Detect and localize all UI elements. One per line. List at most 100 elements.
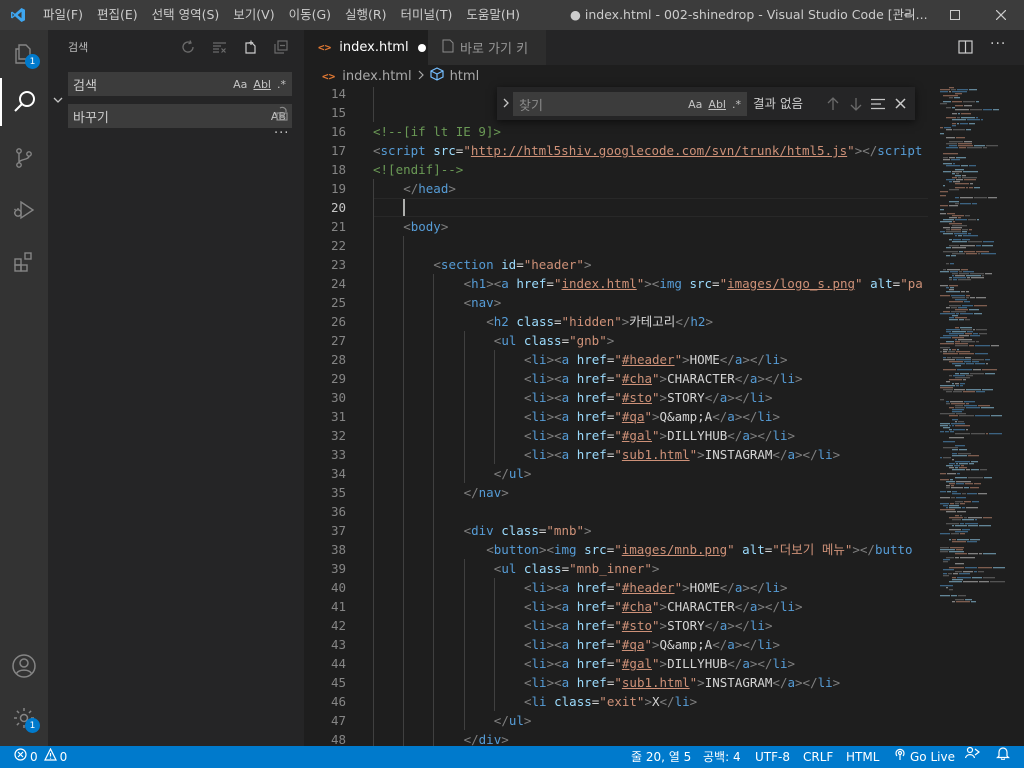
encoding[interactable]: UTF-8	[755, 746, 790, 768]
search-icon[interactable]	[0, 78, 48, 126]
minimap-line	[986, 433, 988, 435]
replace-input[interactable]: 바꾸기 AB	[68, 104, 292, 128]
tab-keyboard-shortcuts[interactable]: 바로 가기 키	[428, 30, 546, 65]
close-window-button[interactable]	[978, 0, 1024, 30]
toggle-replace-icon[interactable]	[501, 97, 511, 113]
code-token: ><	[644, 276, 660, 291]
settings-gear-icon[interactable]: 1	[0, 694, 48, 742]
minimap[interactable]	[928, 87, 1024, 746]
language-mode[interactable]: HTML	[846, 746, 879, 768]
find-match-case-toggle[interactable]: Aa	[685, 98, 705, 111]
replace-all-icon[interactable]	[274, 106, 290, 126]
minimap-line	[949, 285, 958, 287]
menu-item[interactable]: 보기(V)	[226, 0, 281, 30]
search-input[interactable]: 검색 Aa Abl .*	[68, 72, 292, 96]
next-match-arrow-icon[interactable]	[850, 97, 862, 115]
source-control-icon[interactable]	[0, 134, 48, 182]
code-token: "	[652, 656, 660, 671]
find-in-selection-icon[interactable]	[871, 98, 885, 114]
menu-item[interactable]: 선택 영역(S)	[145, 0, 227, 30]
collapse-all-icon[interactable]	[272, 38, 290, 56]
minimap-line	[949, 201, 959, 203]
indentation[interactable]: 공백: 4	[703, 746, 741, 768]
close-find-icon[interactable]	[895, 98, 906, 113]
minimap-line	[949, 567, 964, 569]
menu-item[interactable]: 실행(R)	[338, 0, 393, 30]
minimize-button[interactable]	[886, 0, 932, 30]
minimap-line	[965, 567, 977, 569]
code-content: <li><a href="#gal">DILLYHUB</a></li>	[524, 654, 795, 673]
find-input[interactable]: 찾기 Aa Abl .*	[513, 92, 747, 116]
extensions-icon[interactable]	[0, 238, 48, 286]
menu-item[interactable]: 터미널(T)	[394, 0, 460, 30]
indent-guide	[463, 388, 465, 407]
problems-indicator[interactable]: 0 0	[14, 746, 67, 768]
run-debug-icon[interactable]	[0, 186, 48, 234]
end-of-line[interactable]: CRLF	[803, 746, 833, 768]
menu-item[interactable]: 이동(G)	[282, 0, 338, 30]
more-options-icon[interactable]: ···	[274, 126, 289, 141]
match-case-toggle[interactable]: Aa	[230, 78, 250, 91]
toggle-replace-chevron-icon[interactable]	[52, 94, 64, 106]
menu-item[interactable]: 도움말(H)	[459, 0, 527, 30]
indent-guide	[463, 350, 465, 369]
minimap-line	[985, 359, 990, 361]
regex-toggle[interactable]: .*	[274, 78, 292, 91]
previous-match-arrow-icon[interactable]	[827, 97, 839, 115]
code-token: </	[862, 143, 878, 158]
live-share-icon[interactable]	[965, 746, 980, 760]
code-token: "	[614, 675, 622, 690]
minimap-line	[940, 413, 955, 415]
menu-item[interactable]: 파일(F)	[36, 0, 90, 30]
minimap-line	[949, 317, 954, 319]
indent-guide	[433, 559, 435, 578]
minimap-line	[946, 107, 951, 109]
explorer-icon[interactable]: 1	[0, 30, 48, 78]
find-regex-toggle[interactable]: .*	[729, 98, 747, 111]
minimap-line	[969, 89, 977, 91]
minimap-line	[951, 307, 957, 309]
breadcrumb-symbol[interactable]: html	[450, 69, 480, 84]
code-editor[interactable]: 14 15 16 <!--[if lt IE 9]> 17 <script src="ht…	[304, 87, 928, 746]
code-token: STORY	[667, 618, 705, 633]
tab-index-html[interactable]: <> index.html	[304, 30, 428, 65]
code-token: >	[523, 713, 532, 728]
clear-results-icon[interactable]	[210, 38, 228, 56]
minimap-line	[952, 601, 955, 603]
code-token: a	[501, 276, 509, 291]
notifications-bell-icon[interactable]	[996, 746, 1010, 760]
cursor-position[interactable]: 줄 20, 열 5	[631, 746, 691, 768]
line-number: 26	[330, 314, 346, 329]
minimap-line	[968, 517, 982, 519]
minimap-line	[943, 185, 945, 187]
minimap-line	[940, 213, 946, 215]
maximize-button[interactable]	[932, 0, 978, 30]
menu-item[interactable]: 편집(E)	[90, 0, 145, 30]
minimap-line	[949, 581, 962, 583]
code-token: >	[659, 656, 668, 671]
refresh-icon[interactable]	[179, 38, 197, 56]
indent-guide	[403, 445, 405, 464]
code-token: ></	[757, 599, 780, 614]
minimap-line	[960, 385, 963, 387]
more-actions-icon[interactable]: ···	[990, 36, 1006, 52]
find-whole-word-toggle[interactable]: Abl	[705, 98, 729, 111]
code-content: <li><a href="#gal">DILLYHUB</a></li>	[524, 426, 795, 445]
unsaved-dot-icon[interactable]	[417, 43, 426, 52]
minimap-line	[949, 375, 952, 377]
minimap-line	[966, 407, 980, 409]
minimap-line	[940, 595, 950, 597]
split-editor-icon[interactable]	[958, 40, 973, 58]
breadcrumb-file[interactable]: index.html	[342, 69, 411, 84]
whole-word-toggle[interactable]: Abl	[250, 78, 274, 91]
code-token: href	[576, 390, 607, 405]
minimap-line	[946, 487, 950, 489]
line-number: 38	[330, 542, 346, 557]
account-icon[interactable]	[0, 642, 48, 690]
minimap-line	[949, 333, 964, 335]
go-live-button[interactable]: Go Live	[893, 746, 955, 768]
code-token: "	[652, 599, 660, 614]
code-token: <	[486, 314, 494, 329]
new-search-editor-icon[interactable]	[241, 38, 259, 56]
